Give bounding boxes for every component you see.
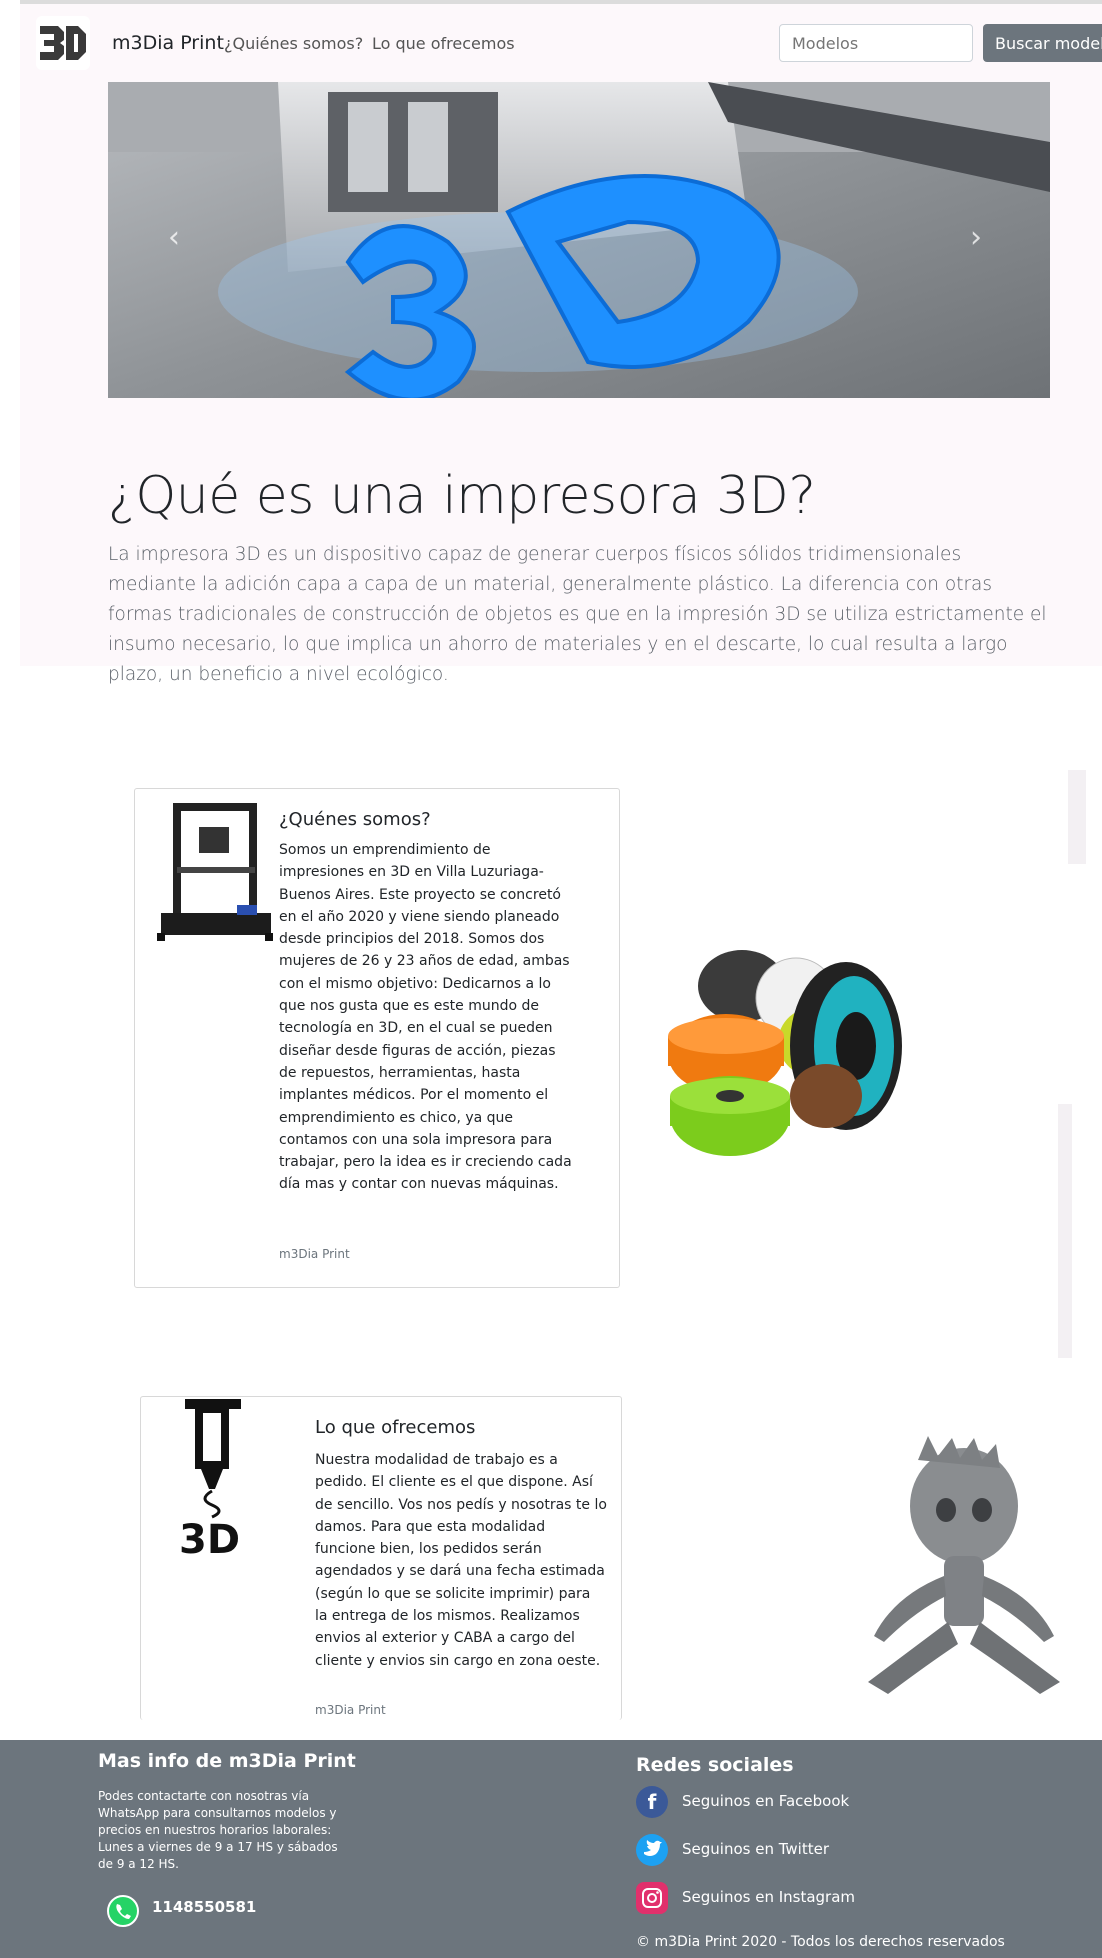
whatsapp-icon[interactable] (106, 1894, 140, 1928)
offer-footer: m3Dia Print (315, 1703, 386, 1717)
footer: Mas info de m3Dia Print Podes contactart… (0, 1740, 1102, 1958)
footer-info-text: Podes contactarte con nosotras vía Whats… (98, 1789, 338, 1871)
scrollbar[interactable] (1058, 1104, 1072, 1358)
brand-name[interactable]: m3Dia Print (112, 32, 224, 54)
offer-text: Nuestra modalidad de trabajo es a pedido… (315, 1452, 607, 1669)
copyright: © m3Dia Print 2020 - Todos los derechos … (636, 1934, 1005, 1950)
twitter-icon (636, 1834, 668, 1866)
intro-title: ¿Qué es una impresora 3D? (108, 466, 816, 526)
brand-logo[interactable] (36, 16, 90, 70)
about-text: Somos un emprendimiento de impresiones e… (279, 842, 572, 1193)
filament-spools-image (668, 950, 902, 1156)
about-card: ¿Quénes somos? Somos un emprendimiento d… (134, 788, 620, 1288)
social-facebook-label: Seguinos en Facebook (682, 1792, 850, 1810)
facebook-icon: f (636, 1786, 668, 1818)
printer-machine-image (157, 803, 273, 941)
chevron-right-icon[interactable]: › (970, 220, 982, 255)
footer-info-title: Mas info de m3Dia Print (98, 1750, 356, 1772)
footer-social-title: Redes sociales (636, 1754, 794, 1776)
search-input[interactable] (779, 24, 973, 62)
hero-carousel[interactable]: ‹ › (108, 82, 1050, 398)
offer-card: 3D Lo que ofrecemos Nuestra modalidad de… (140, 1396, 622, 1720)
social-instagram-label: Seguinos en Instagram (682, 1888, 856, 1906)
about-footer: m3Dia Print (279, 1247, 350, 1261)
printer-3d-image (108, 82, 1050, 398)
phone-number[interactable]: 1148550581 (152, 1898, 256, 1916)
chevron-left-icon[interactable]: ‹ (168, 220, 180, 255)
social-twitter-label: Seguinos en Twitter (682, 1840, 829, 1858)
groot-figure-image (868, 1436, 1060, 1694)
3d-pen-icon: 3D (179, 1399, 241, 1559)
about-title: ¿Quénes somos? (279, 809, 431, 830)
intro-text: La impresora 3D es un dispositivo capaz … (108, 544, 1047, 685)
navbar: m3Dia Print ¿Quiénes somos? Lo que ofrec… (20, 4, 1102, 78)
svg-text:3D: 3D (179, 1517, 240, 1559)
nav-link-about[interactable]: ¿Quiénes somos? (224, 34, 363, 53)
logo-3d-icon (36, 16, 90, 70)
instagram-icon (636, 1882, 668, 1914)
side-strip (1068, 770, 1086, 864)
search-button[interactable]: Buscar modelo (983, 24, 1102, 62)
offer-title: Lo que ofrecemos (315, 1417, 476, 1438)
nav-link-offer[interactable]: Lo que ofrecemos (372, 34, 515, 53)
